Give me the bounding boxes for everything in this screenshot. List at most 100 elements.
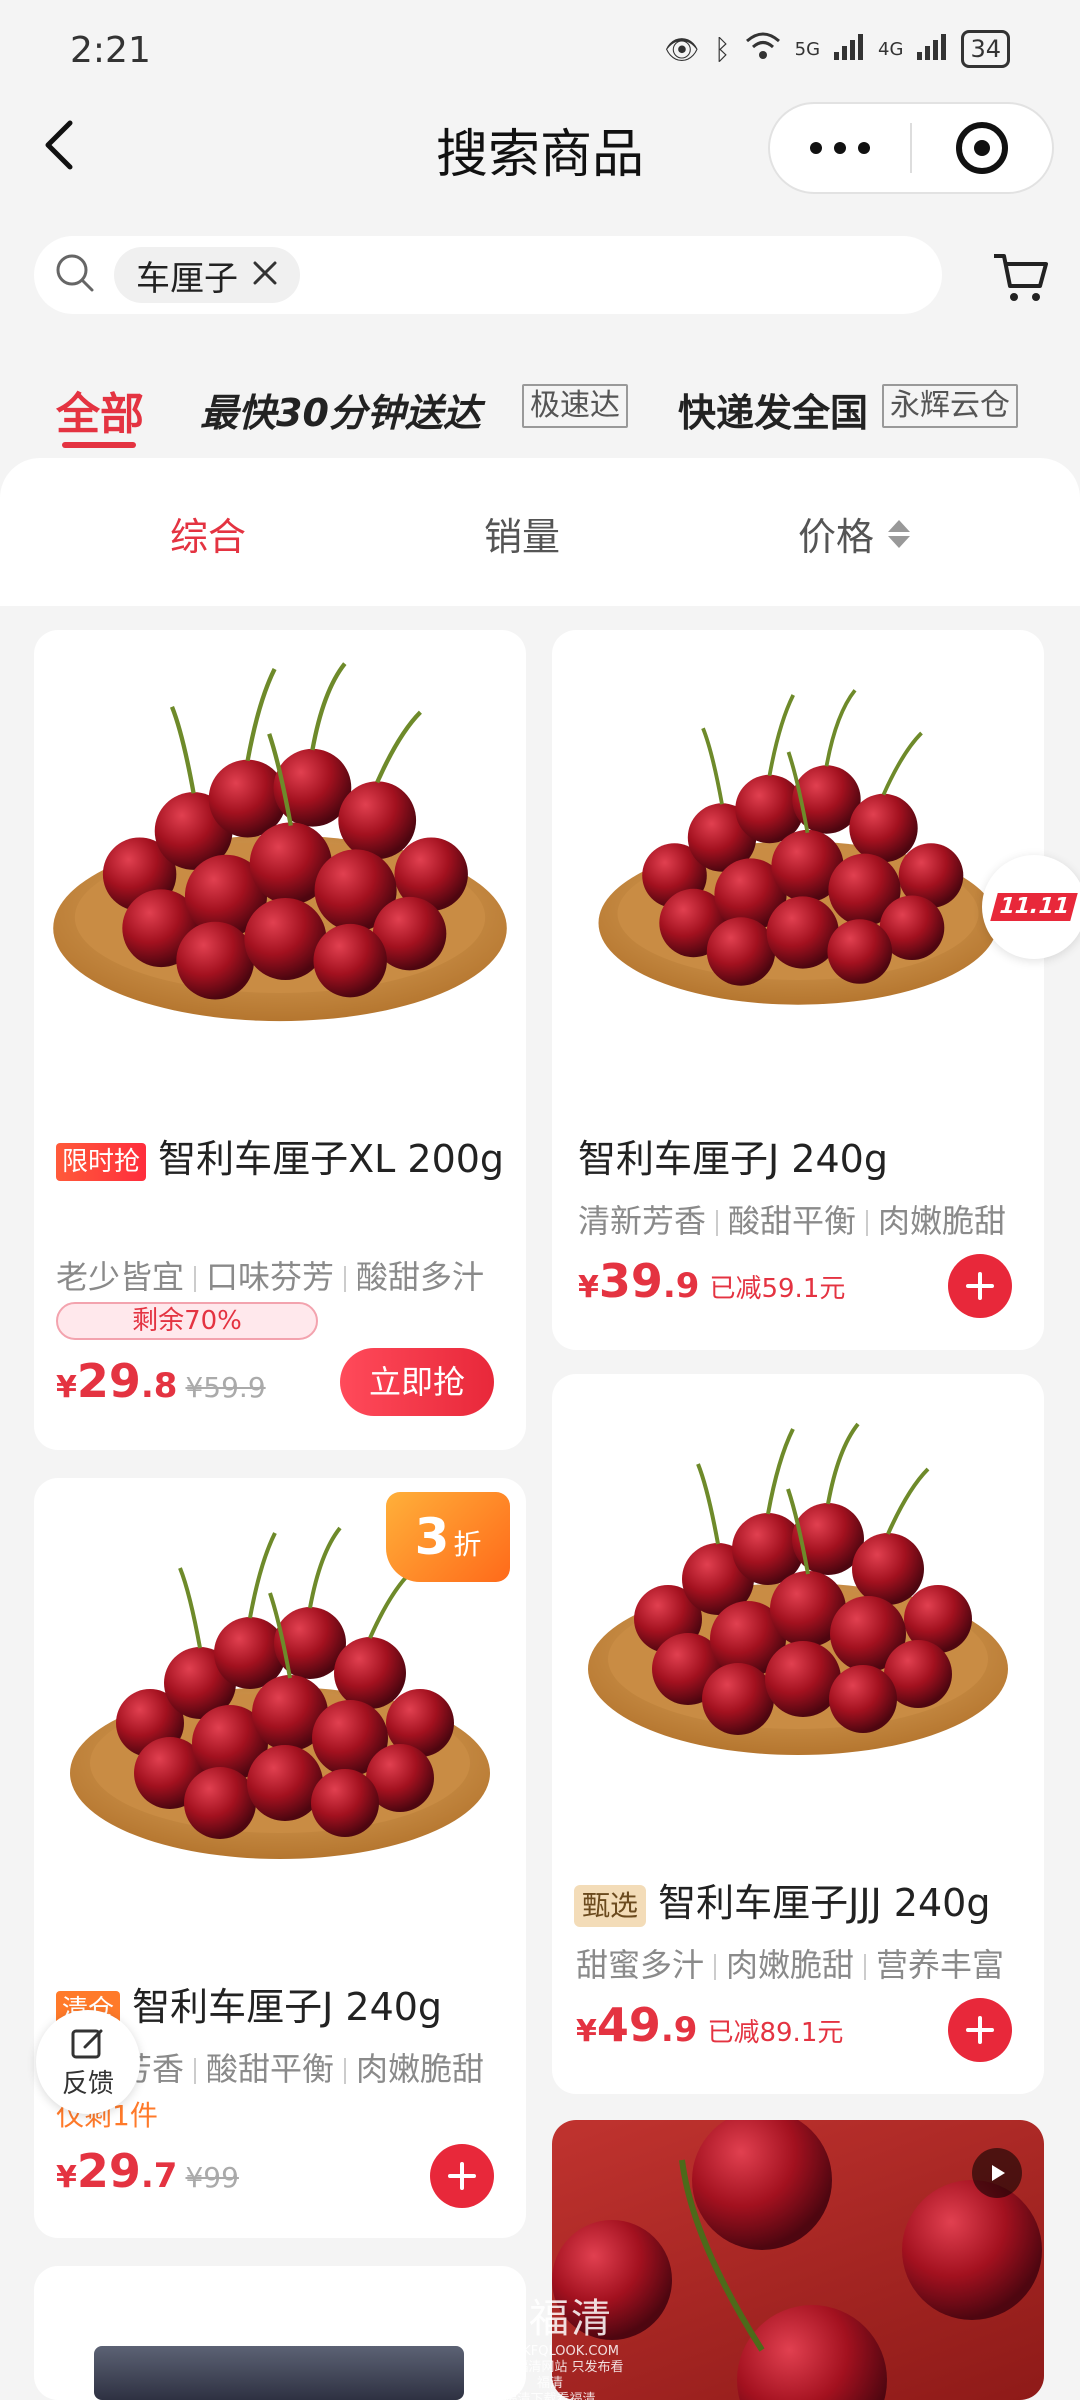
product-price: ¥29.7 ¥99 <box>56 2144 239 2198</box>
watermark-site: WWW.KFQLOOK.COM <box>481 2344 619 2359</box>
eye-icon: 👁 <box>664 32 700 66</box>
tab-fast-delivery[interactable]: 最快30分钟送达 <box>200 382 481 437</box>
add-to-cart-button[interactable] <box>430 2144 494 2208</box>
product-title-line: 甄选 智利车厘子JJJ 240g <box>574 1874 990 1932</box>
close-icon[interactable] <box>252 255 278 295</box>
search-icon <box>54 252 96 298</box>
status-icons: 👁 ᛒ 5G 4G 34 <box>664 30 1010 68</box>
original-price: ¥59.9 <box>185 1371 266 1404</box>
battery-indicator: 34 <box>961 30 1010 68</box>
network-label-5g: 5G <box>794 38 821 60</box>
discount-badge: 3折 <box>386 1492 510 1582</box>
feature-tag: 肉嫩脆甜 <box>878 1202 1007 1240</box>
product-card[interactable] <box>34 2266 526 2400</box>
feedback-button[interactable]: 反馈 <box>36 2010 140 2114</box>
network-label-4g: 4G <box>878 38 904 60</box>
price-dec: .8 <box>140 1366 178 1406</box>
edit-icon <box>71 2029 103 2058</box>
product-card[interactable]: 3折 清仓 智利车厘子J 240g 清新芳香酸甜平衡肉嫩脆甜 仅剩1件 ¥29.… <box>34 1478 526 2238</box>
plus-icon <box>448 2162 476 2190</box>
product-price: ¥29.8 ¥59.9 <box>56 1354 266 1408</box>
product-card[interactable]: 智利车厘子J 240g 清新芳香 酸甜平衡 肉嫩脆甜 ¥39.9 已减59.1元 <box>552 630 1044 1350</box>
feature-tag: 酸甜多汁 <box>356 1258 485 1296</box>
product-image <box>94 2346 464 2400</box>
watermark-line2: 福清下载看福清 <box>504 2392 596 2400</box>
sort-price[interactable]: 价格 <box>798 506 911 561</box>
watermark-line1: 手机看福清网站 只发布看福清 <box>476 2360 624 2391</box>
product-image <box>34 630 526 1100</box>
product-card[interactable]: 限时抢 智利车厘子XL 200g 老少皆宜 口味芬芳 酸甜多汁 剩余70% ¥29.… <box>34 630 526 1450</box>
product-features: 甜蜜多汁 肉嫩脆甜 营养丰富 <box>576 1940 1004 1986</box>
cart-icon[interactable] <box>990 250 1050 306</box>
add-to-cart-button[interactable] <box>948 1998 1012 2062</box>
feature-tag: 清新芳香 <box>578 1202 707 1240</box>
product-card[interactable]: 甄选 智利车厘子JJJ 240g 甜蜜多汁 肉嫩脆甜 营养丰富 ¥49.9 已减89.… <box>552 1374 1044 2094</box>
feature-tag: 酸甜平衡 <box>728 1202 857 1240</box>
price-int: 29 <box>76 2144 141 2198</box>
tab-all-indicator <box>62 442 136 448</box>
feature-tag: 肉嫩脆甜 <box>726 1946 855 1984</box>
plus-icon <box>966 1272 994 1300</box>
watermark-main: 看福清 <box>487 2296 613 2342</box>
status-time: 2:21 <box>70 30 151 71</box>
price-dec: .7 <box>140 2156 178 2196</box>
product-price: ¥49.9 已减89.1元 <box>576 1998 843 2052</box>
product-image <box>552 630 1044 1100</box>
wifi-icon <box>745 31 781 68</box>
search-keyword: 车厘子 <box>136 258 238 299</box>
tab-all[interactable]: 全部 <box>56 378 144 442</box>
currency: ¥ <box>578 1270 599 1305</box>
flash-sale-badge: 限时抢 <box>56 1142 147 1181</box>
search-keyword-chip[interactable]: 车厘子 <box>114 247 300 303</box>
product-features: 清新芳香酸甜平衡肉嫩脆甜 <box>578 1196 1006 1242</box>
watermark: 看福清 WWW.KFQLOOK.COM 手机看福清网站 只发布看福清 福清下载看… <box>470 2286 630 2400</box>
feature-tag: 营养丰富 <box>876 1946 1005 1984</box>
saved-amount: 已减89.1元 <box>707 2018 844 2048</box>
video-icon[interactable] <box>972 2148 1022 2198</box>
sort-price-label: 价格 <box>798 515 875 559</box>
feature-tag: 酸甜平衡 <box>206 2050 335 2088</box>
close-app-button[interactable] <box>912 122 1052 174</box>
product-image <box>552 1374 1044 1844</box>
price-int: 49 <box>596 1998 661 2052</box>
more-icon[interactable] <box>770 142 910 154</box>
search-bar[interactable]: 车厘子 <box>34 236 942 314</box>
selected-badge: 甄选 <box>574 1884 647 1927</box>
product-features: 老少皆宜 口味芬芳 酸甜多汁 <box>56 1252 484 1298</box>
signal-icon <box>834 32 864 67</box>
feature-tag: 口味芬芳 <box>206 1258 335 1296</box>
feature-tag: 肉嫩脆甜 <box>356 2050 485 2088</box>
currency: ¥ <box>56 1370 77 1405</box>
promo-float-button[interactable]: 11.11 <box>982 855 1080 959</box>
remaining-progress: 剩余70% <box>56 1302 318 1340</box>
price-dec: .9 <box>660 2010 698 2050</box>
currency: ¥ <box>576 2014 597 2049</box>
mini-program-capsule <box>768 102 1054 194</box>
feature-tag: 老少皆宜 <box>56 1258 185 1296</box>
price-int: 39 <box>598 1254 663 1308</box>
feedback-label: 反馈 <box>61 2068 114 2099</box>
discount-unit: 折 <box>453 1528 482 1561</box>
target-icon <box>955 122 1008 174</box>
product-price: ¥39.9 已减59.1元 <box>578 1254 845 1308</box>
add-to-cart-button[interactable] <box>948 1254 1012 1318</box>
original-price: ¥99 <box>185 2161 239 2194</box>
sort-arrows-icon <box>888 519 911 548</box>
sort-comprehensive[interactable]: 综合 <box>170 506 246 561</box>
tab-express[interactable]: 快递发全国 <box>678 382 868 437</box>
buy-now-button[interactable]: 立即抢 <box>340 1348 494 1416</box>
currency: ¥ <box>56 2160 77 2195</box>
plus-icon <box>966 2016 994 2044</box>
promo-label: 11.11 <box>990 893 1078 921</box>
product-title: 智利车厘子J 240g <box>132 1985 443 2029</box>
product-title: 智利车厘子J 240g <box>578 1137 888 1181</box>
sort-sales[interactable]: 销量 <box>484 506 560 561</box>
discount-number: 3 <box>414 1508 450 1566</box>
express-tag: 永辉云仓 <box>882 384 1018 428</box>
signal-icon-2 <box>917 32 947 67</box>
fast-delivery-tag: 极速达 <box>522 384 628 428</box>
product-title: 智利车厘子JJJ 240g <box>658 1881 991 1925</box>
product-title-line: 限时抢 智利车厘子XL 200g <box>56 1130 516 1188</box>
price-int: 29 <box>76 1354 141 1408</box>
feature-tag: 甜蜜多汁 <box>576 1946 705 1984</box>
